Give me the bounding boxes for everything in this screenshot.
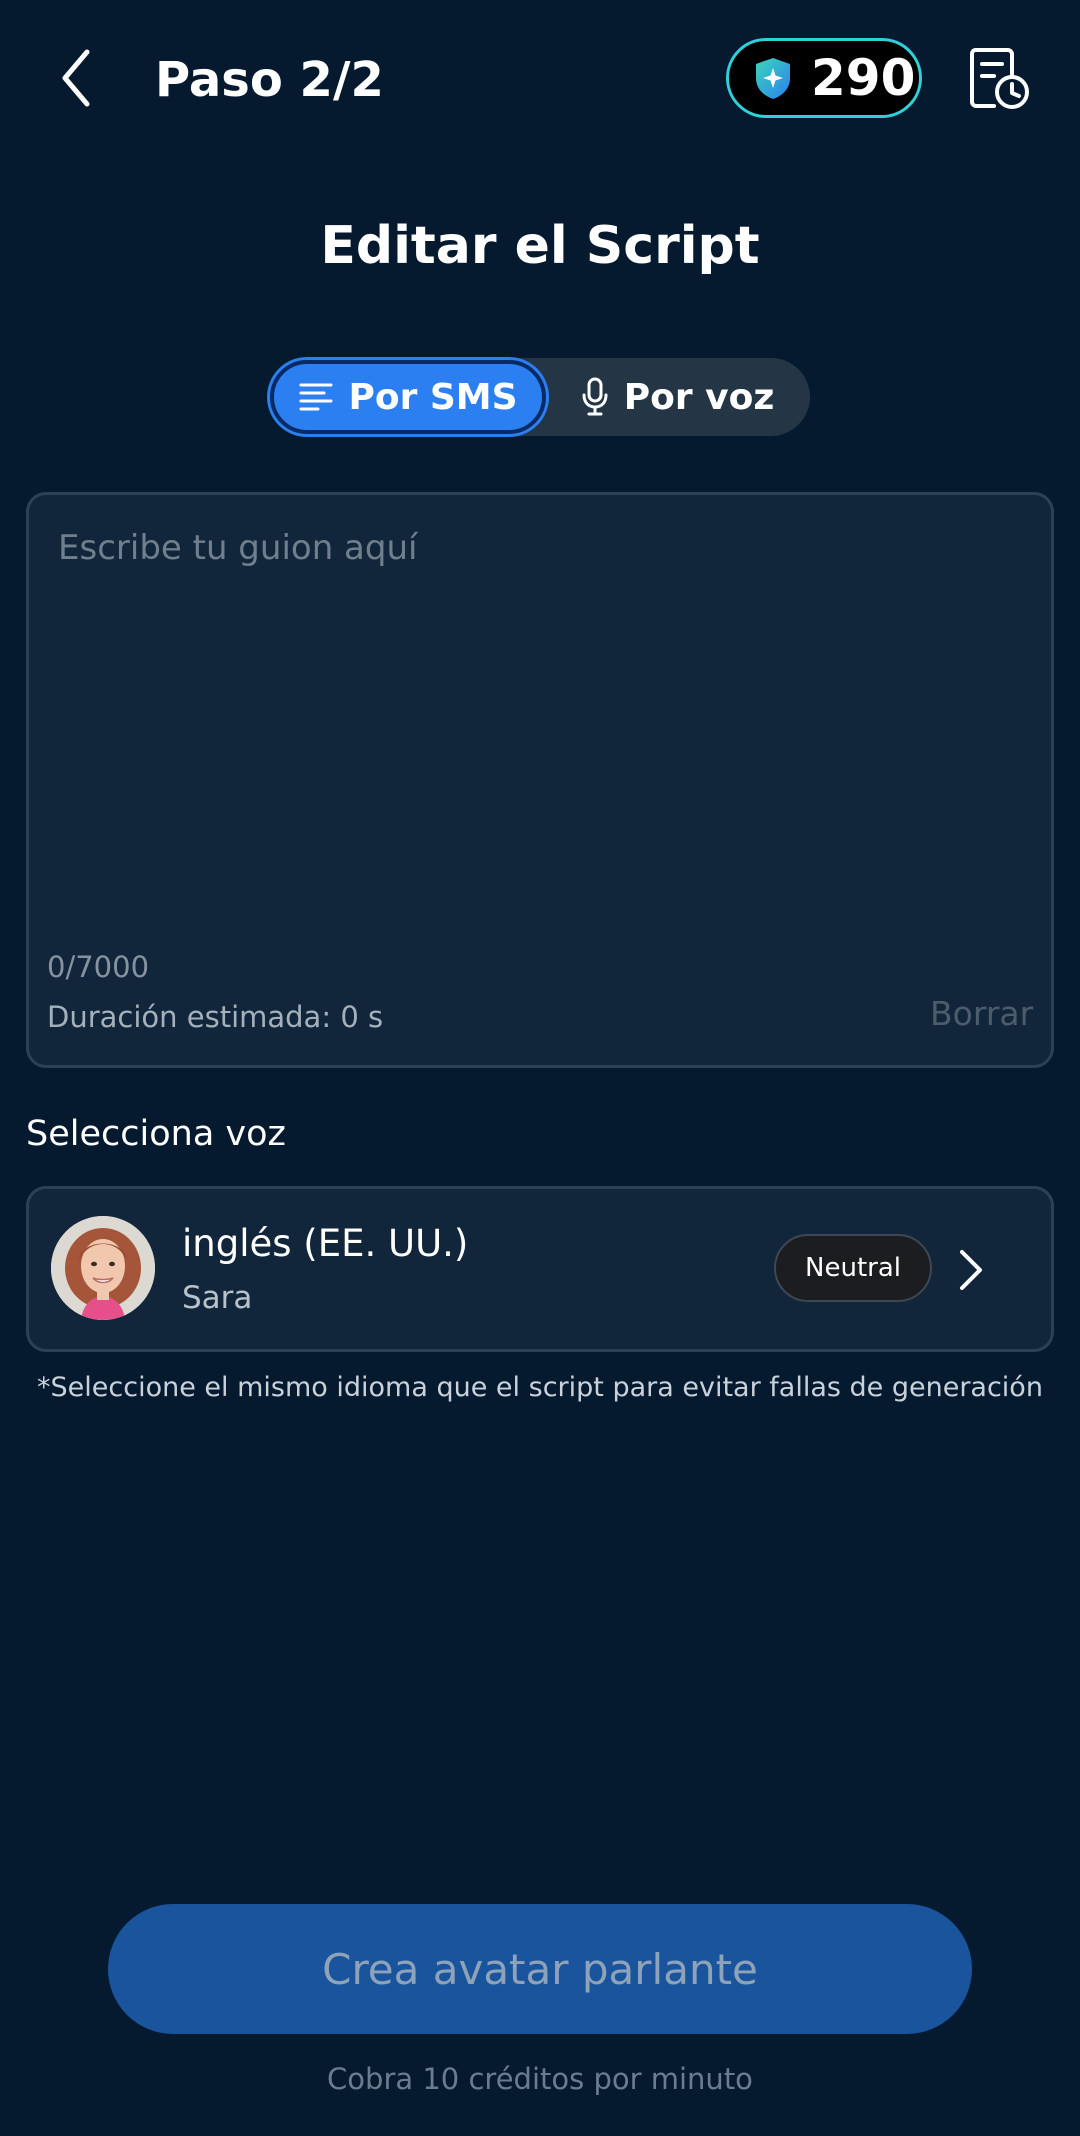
tab-by-voice[interactable]: Por voz (546, 360, 808, 434)
tab-by-sms-label: Por SMS (348, 376, 518, 418)
credits-badge[interactable]: 290 (726, 38, 922, 118)
voice-name: Sara (182, 1280, 253, 1316)
voice-avatar (51, 1216, 155, 1320)
avatar-portrait (51, 1216, 155, 1320)
clear-button[interactable]: Borrar (930, 994, 1033, 1033)
language-hint: *Seleccione el mismo idioma que el scrip… (37, 1372, 1043, 1403)
create-avatar-button[interactable]: Crea avatar parlante (108, 1904, 972, 2034)
tab-by-voice-label: Por voz (623, 376, 775, 418)
microphone-icon (582, 377, 608, 416)
character-counter: 0/7000 (47, 950, 150, 984)
document-clock-icon (970, 48, 1029, 109)
credits-cost-note: Cobra 10 créditos por minuto (327, 2062, 753, 2096)
back-button[interactable] (48, 42, 104, 114)
tab-by-sms[interactable]: Por SMS (270, 360, 546, 434)
estimated-duration: Duración estimada: 0 s (47, 1000, 384, 1034)
script-input[interactable] (58, 528, 1018, 908)
text-lines-icon (299, 383, 333, 411)
history-button[interactable] (964, 44, 1032, 112)
chevron-right-icon (960, 1250, 982, 1290)
shield-star-icon (756, 58, 790, 99)
step-indicator: Paso 2/2 (155, 52, 384, 108)
credits-count: 290 (811, 49, 916, 107)
page-title: Editar el Script (320, 216, 760, 276)
voice-section-label: Selecciona voz (26, 1114, 286, 1154)
chevron-left-icon (62, 49, 90, 107)
voice-language: inglés (EE. UU.) (182, 1222, 469, 1265)
voice-tone-badge: Neutral (774, 1234, 932, 1302)
voice-selector-arrow[interactable] (952, 1246, 988, 1294)
